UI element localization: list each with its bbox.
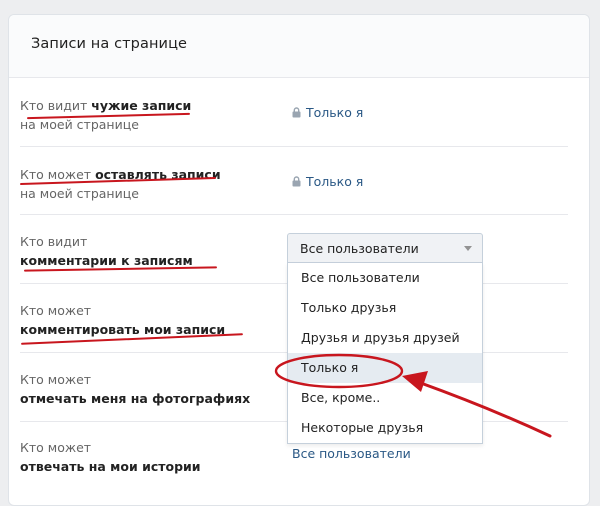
annotation-arrow-shaft xyxy=(416,380,552,438)
annotation-overlay xyxy=(274,353,552,438)
annotation-arrow-head xyxy=(402,371,428,392)
annotation-ellipse xyxy=(274,353,404,389)
